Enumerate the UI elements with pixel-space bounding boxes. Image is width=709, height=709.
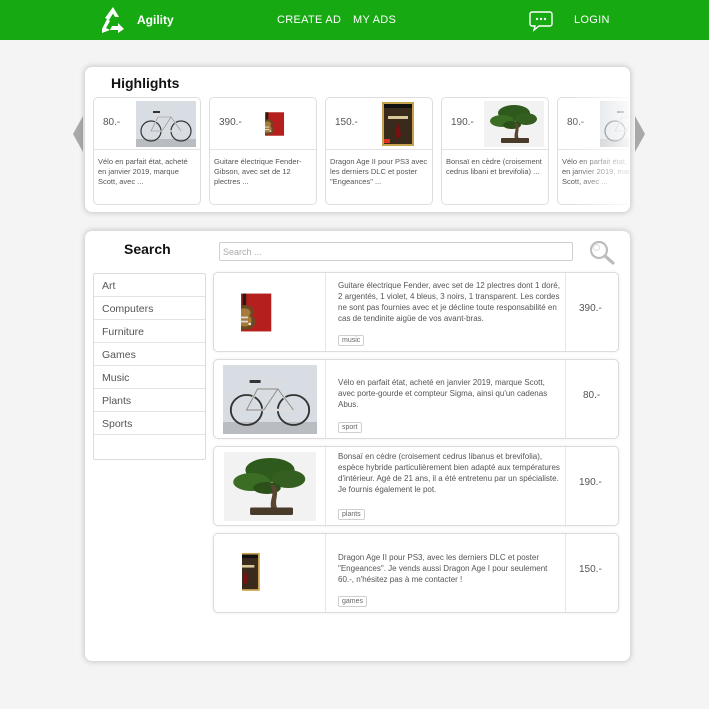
bonsai-image: [224, 452, 316, 521]
chat-bubble-icon[interactable]: [529, 10, 553, 32]
result-image-cell: [214, 534, 326, 612]
guitar-image: [252, 101, 312, 147]
chevron-left-icon[interactable]: [72, 116, 84, 152]
highlight-price: 190.-: [451, 117, 474, 128]
recycle-icon[interactable]: [98, 5, 128, 35]
bonsai-image: [484, 101, 544, 147]
search-panel: Search Art Computers Furniture Games Mus…: [84, 230, 631, 662]
result-image-cell: [214, 273, 326, 351]
category-item-computers[interactable]: Computers: [94, 297, 205, 320]
bicycle-image: [136, 101, 196, 147]
search-title: Search: [124, 241, 171, 257]
category-item-music[interactable]: Music: [94, 366, 205, 389]
result-price: 190.-: [579, 477, 602, 488]
category-item-games[interactable]: Games: [94, 343, 205, 366]
game-cover-image: [242, 538, 296, 609]
highlights-carousel: 80.- Vélo en parfait état, acheté en jan…: [93, 97, 629, 207]
result-card-guitar[interactable]: Guitare électrique Fender, avec set de 1…: [213, 272, 619, 352]
chevron-right-icon[interactable]: [634, 116, 646, 152]
result-price: 150.-: [579, 564, 602, 575]
highlights-title: Highlights: [111, 75, 180, 91]
highlight-card[interactable]: 390.- Guitare électrique Fender-Gibson, …: [209, 97, 317, 205]
divider: [442, 149, 548, 150]
category-item-empty[interactable]: [94, 435, 205, 458]
highlight-price: 80.-: [103, 117, 121, 128]
result-description: Vélo en parfait état, acheté en janvier …: [338, 378, 548, 409]
category-item-plants[interactable]: Plants: [94, 389, 205, 412]
highlight-description: Bonsaï en cèdre (croisement cedrus liban…: [446, 157, 542, 176]
bicycle-image: [600, 101, 629, 147]
result-description: Bonsaï en cèdre (croisement cedrus liban…: [338, 452, 560, 494]
divider: [326, 149, 432, 150]
bicycle-image: [223, 365, 317, 434]
highlight-description: Vélo en parfait état, acheté en janvier …: [562, 157, 629, 186]
highlight-description: Dragon Age II pour PS3 avec les derniers…: [330, 157, 428, 186]
search-input[interactable]: [219, 242, 573, 261]
nav-my-ads-link[interactable]: MY ADS: [353, 14, 396, 26]
divider: [94, 149, 200, 150]
result-price-cell: 80.-: [565, 360, 618, 438]
highlight-price: 80.-: [567, 117, 585, 128]
guitar-image: [241, 277, 295, 348]
result-tag[interactable]: plants: [338, 509, 365, 520]
magnifier-icon[interactable]: [588, 239, 616, 265]
highlight-card[interactable]: 80.- Vélo en parfait état, acheté en jan…: [557, 97, 629, 205]
result-description: Guitare électrique Fender, avec set de 1…: [338, 281, 560, 323]
game-cover-image: [368, 101, 428, 147]
highlights-panel: Highlights 80.- Vélo en parfait état, ac…: [84, 66, 631, 213]
result-image-cell: [214, 360, 326, 438]
category-item-art[interactable]: Art: [94, 274, 205, 297]
highlight-description: Vélo en parfait état, acheté en janvier …: [98, 157, 188, 186]
highlight-card[interactable]: 150.- Dragon Age II pour PS3 avec les de…: [325, 97, 433, 205]
result-tag[interactable]: music: [338, 335, 365, 346]
nav-create-ad-link[interactable]: CREATE AD: [277, 14, 341, 26]
divider: [210, 149, 316, 150]
category-item-furniture[interactable]: Furniture: [94, 320, 205, 343]
category-list: Art Computers Furniture Games Music Plan…: [93, 273, 206, 460]
result-card-game[interactable]: Dragon Age II pour PS3, avec les dernier…: [213, 533, 619, 613]
category-item-sports[interactable]: Sports: [94, 412, 205, 435]
highlight-price: 390.-: [219, 117, 242, 128]
nav-login-link[interactable]: LOGIN: [574, 14, 610, 26]
result-price-cell: 390.-: [565, 273, 618, 351]
result-price: 390.-: [579, 303, 602, 314]
highlight-card[interactable]: 190.- Bonsaï en cèdre (croisement cedrus…: [441, 97, 549, 205]
result-price: 80.-: [583, 390, 601, 401]
highlight-card[interactable]: 80.- Vélo en parfait état, acheté en jan…: [93, 97, 201, 205]
result-tag[interactable]: sport: [338, 422, 362, 433]
result-card-bonsai[interactable]: Bonsaï en cèdre (croisement cedrus liban…: [213, 446, 619, 526]
result-price-cell: 150.-: [565, 534, 618, 612]
result-price-cell: 190.-: [565, 447, 618, 525]
highlight-price: 150.-: [335, 117, 358, 128]
top-navigation-bar: Agility CREATE AD MY ADS LOGIN: [0, 0, 709, 40]
result-image-cell: [214, 447, 326, 525]
result-description: Dragon Age II pour PS3, avec les dernier…: [338, 553, 548, 584]
result-tag[interactable]: games: [338, 596, 368, 607]
result-card-bicycle[interactable]: Vélo en parfait état, acheté en janvier …: [213, 359, 619, 439]
divider: [558, 149, 629, 150]
brand-name[interactable]: Agility: [137, 13, 174, 27]
highlight-description: Guitare électrique Fender-Gibson, avec s…: [214, 157, 302, 186]
